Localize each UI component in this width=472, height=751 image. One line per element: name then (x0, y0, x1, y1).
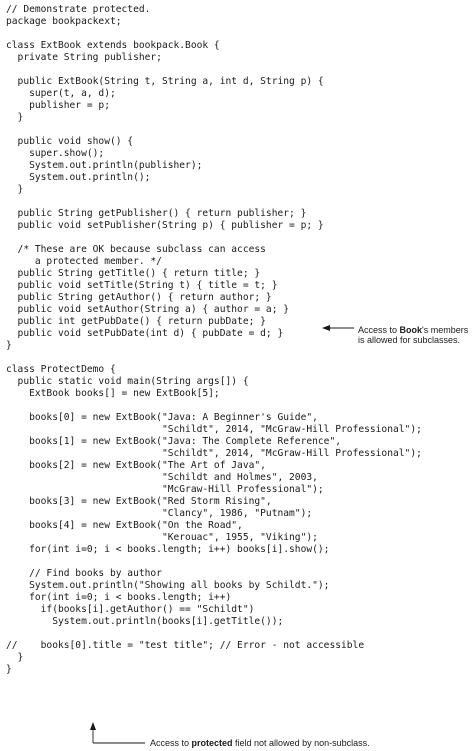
annotation-protected-field: Access to protected field not allowed by… (150, 738, 370, 748)
code-line: // Demonstrate protected. (6, 4, 151, 15)
code-line: publisher = p; (6, 100, 110, 111)
code-line: "Schildt", 2014, "McGraw-Hill Profession… (6, 448, 422, 459)
code-line: a protected member. */ (6, 256, 162, 267)
code-line: for(int i=0; i < books.length; i++) (6, 592, 232, 603)
code-line: // Find books by author (6, 568, 162, 579)
code-line: } (6, 652, 24, 663)
code-line: System.out.println(books[i].getTitle()); (6, 616, 284, 627)
code-line: "Schildt", 2014, "McGraw-Hill Profession… (6, 424, 422, 435)
annotation-members-access-line1: Access to Book's members (358, 325, 469, 335)
code-line: public String getPublisher() { return pu… (6, 208, 307, 219)
protected-field-arrow (90, 722, 145, 744)
code-line: class ProtectDemo { (6, 364, 116, 375)
code-line: class ExtBook extends bookpack.Book { (6, 40, 220, 51)
code-line: /* These are OK because subclass can acc… (6, 244, 266, 255)
code-line: "Clancy", 1986, "Putnam"); (6, 508, 313, 519)
code-line: public static void main(String args[]) { (6, 376, 249, 387)
code-line: ExtBook books[] = new ExtBook[5]; (6, 388, 220, 399)
code-line: } (6, 112, 24, 123)
annotation-members-access-line2: is allowed for subclasses. (358, 335, 461, 345)
code-line: public String getTitle() { return title;… (6, 268, 261, 279)
code-line: super.show(); (6, 148, 105, 159)
code-line: books[3] = new ExtBook("Red Storm Rising… (6, 496, 272, 507)
code-line: System.out.println(); (6, 172, 151, 183)
code-line: books[4] = new ExtBook("On the Road", (6, 520, 243, 531)
code-line: public void setPublisher(String p) { pub… (6, 220, 324, 231)
code-line: public void show() { (6, 136, 134, 147)
code-line: // books[0].title = "test title"; // Err… (6, 640, 365, 651)
code-line: public void setAuthor(String a) { author… (6, 304, 290, 315)
annotation-members-access: Access to Book's members is allowed for … (358, 325, 468, 345)
code-line: public void setTitle(String t) { title =… (6, 280, 278, 291)
code-line: for(int i=0; i < books.length; i++) book… (6, 544, 330, 555)
code-line: package bookpackext; (6, 16, 122, 27)
code-line: private String publisher; (6, 52, 162, 63)
code-line: } (6, 184, 24, 195)
code-line: "Schildt and Holmes", 2003, (6, 472, 318, 483)
code-line: System.out.println("Showing all books by… (6, 580, 330, 591)
code-line: super(t, a, d); (6, 88, 116, 99)
code-line: books[0] = new ExtBook("Java: A Beginner… (6, 412, 318, 423)
code-line: public String getAuthor() { return autho… (6, 292, 272, 303)
code-line: public ExtBook(String t, String a, int d… (6, 76, 324, 87)
code-line: "Kerouac", 1955, "Viking"); (6, 532, 318, 543)
code-line: } (6, 664, 12, 675)
code-line: books[1] = new ExtBook("Java: The Comple… (6, 436, 342, 447)
code-line: System.out.println(publisher); (6, 160, 203, 171)
code-line: books[2] = new ExtBook("The Art of Java"… (6, 460, 266, 471)
code-line: "McGraw-Hill Professional"); (6, 484, 324, 495)
code-line: if(books[i].getAuthor() == "Schildt") (6, 604, 255, 615)
